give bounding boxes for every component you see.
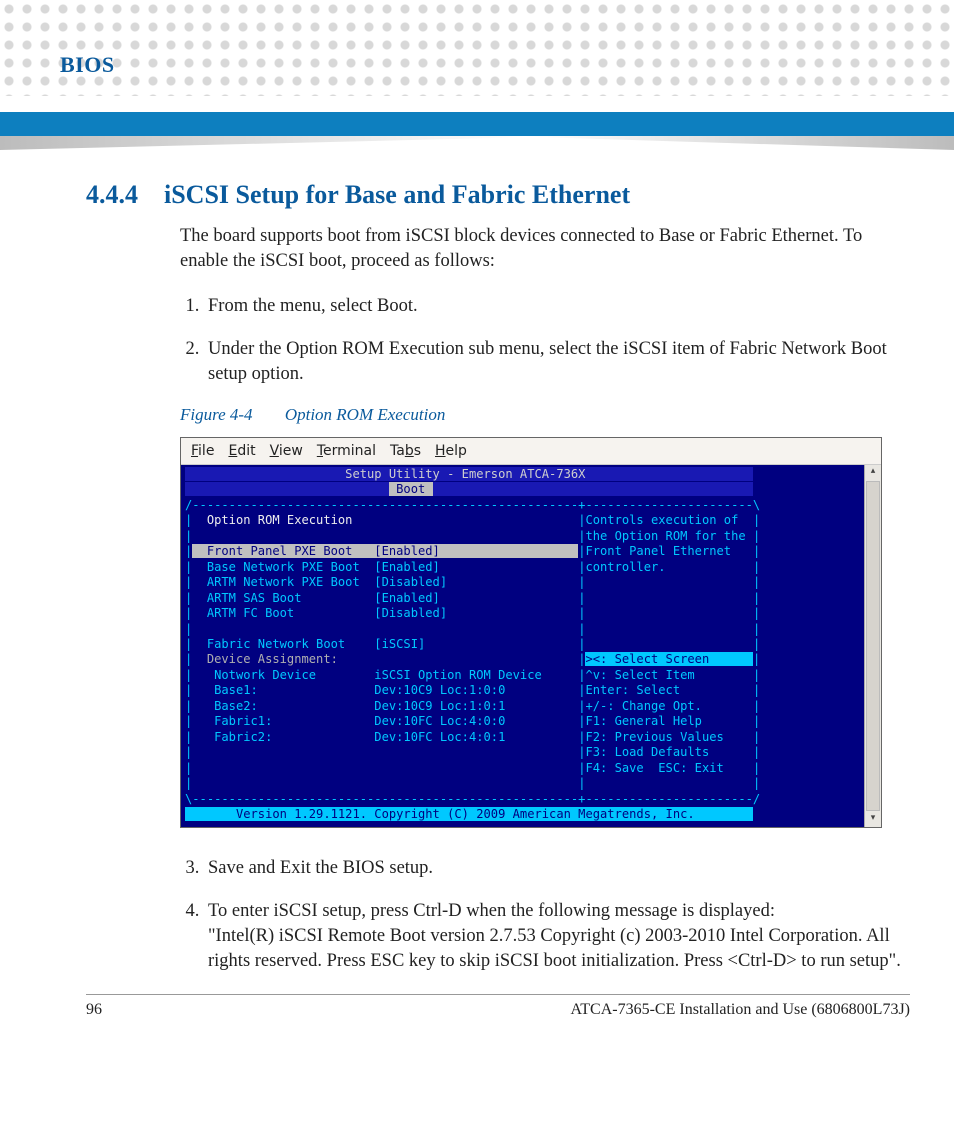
terminal-menu-bar: File Edit View Terminal Tabs Help [181, 438, 881, 465]
steps-list-a: From the menu, select Boot. Under the Op… [180, 294, 910, 387]
section-number: 4.4.4 [86, 180, 138, 210]
list-item: Save and Exit the BIOS setup. [204, 856, 910, 881]
section-title: iSCSI Setup for Base and Fabric Ethernet [164, 180, 630, 210]
menu-tabs[interactable]: Tabs [390, 443, 421, 459]
menu-help[interactable]: Help [435, 443, 467, 459]
menu-file[interactable]: File [191, 443, 214, 459]
scroll-down-icon[interactable]: ▾ [865, 812, 881, 827]
list-item: To enter iSCSI setup, press Ctrl-D when … [204, 899, 910, 974]
intro-paragraph: The board supports boot from iSCSI block… [180, 224, 910, 274]
page-number: 96 [86, 1001, 102, 1019]
doc-id: ATCA-7365-CE Installation and Use (68068… [570, 1001, 910, 1019]
figure-number: Figure 4-4 [180, 405, 253, 424]
figure-caption: Figure 4-4 Option ROM Execution [180, 405, 910, 425]
footer-rule [86, 994, 910, 995]
scroll-thumb[interactable] [866, 481, 880, 811]
menu-view[interactable]: View [270, 443, 303, 459]
menu-edit[interactable]: Edit [228, 443, 255, 459]
header-wedge [0, 136, 954, 150]
steps-list-b: Save and Exit the BIOS setup. To enter i… [180, 856, 910, 974]
figure-title: Option ROM Execution [285, 405, 446, 424]
terminal-window: File Edit View Terminal Tabs Help Setup … [180, 437, 882, 828]
scroll-up-icon[interactable]: ▴ [865, 465, 881, 480]
terminal-scrollbar[interactable]: ▴ ▾ [864, 465, 881, 827]
running-header: BIOS [60, 22, 914, 112]
menu-terminal[interactable]: Terminal [317, 443, 376, 459]
list-item: From the menu, select Boot. [204, 294, 910, 319]
list-item: Under the Option ROM Execution sub menu,… [204, 337, 910, 387]
page-footer: 96 ATCA-7365-CE Installation and Use (68… [86, 1001, 910, 1019]
terminal-screen: Setup Utility - Emerson ATCA-736X Boot /… [181, 465, 864, 827]
header-bar [0, 112, 954, 136]
